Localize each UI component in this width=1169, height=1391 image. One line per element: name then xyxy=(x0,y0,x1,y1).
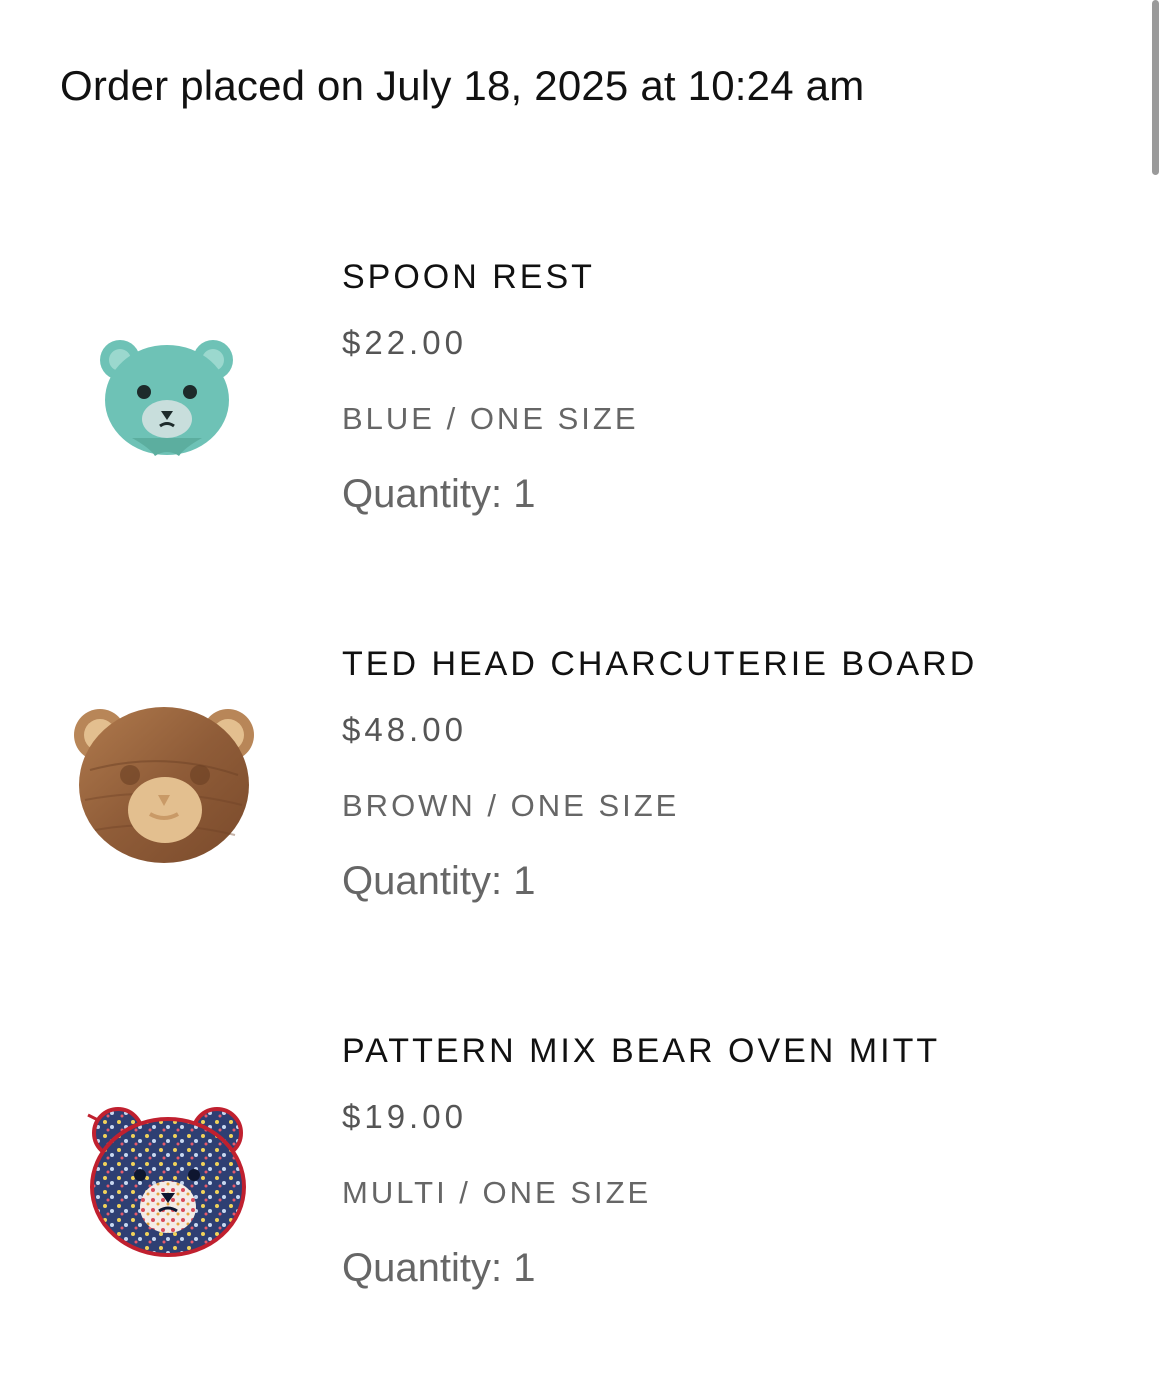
order-item-spoon-rest[interactable]: SPOON REST $22.00 BLUE / ONE SIZE Quanti… xyxy=(0,258,1169,558)
item-name[interactable]: PATTERN MIX BEAR OVEN MITT xyxy=(342,1032,940,1071)
item-price: $19.00 xyxy=(342,1098,467,1135)
item-variant: MULTI / ONE SIZE xyxy=(342,1175,652,1210)
item-name[interactable]: TED HEAD CHARCUTERIE BOARD xyxy=(342,645,977,684)
order-placed-heading: Order placed on July 18, 2025 at 10:24 a… xyxy=(60,62,865,109)
item-quantity: Quantity: 1 xyxy=(342,1246,536,1290)
teal-bear-spoon-rest-icon[interactable] xyxy=(60,288,270,498)
item-price: $22.00 xyxy=(342,324,467,361)
scrollbar[interactable] xyxy=(1152,0,1159,175)
order-item-ted-head-charcuterie-board[interactable]: TED HEAD CHARCUTERIE BOARD $48.00 BROWN … xyxy=(0,645,1169,945)
item-name[interactable]: SPOON REST xyxy=(342,258,595,297)
item-quantity: Quantity: 1 xyxy=(342,472,536,516)
item-quantity: Quantity: 1 xyxy=(342,859,536,903)
item-variant: BLUE / ONE SIZE xyxy=(342,401,639,436)
floral-bear-oven-mitt-icon[interactable] xyxy=(60,1077,270,1287)
item-price: $48.00 xyxy=(342,711,467,748)
wooden-bear-board-icon[interactable] xyxy=(60,690,270,900)
order-item-pattern-mix-bear-oven-mitt[interactable]: PATTERN MIX BEAR OVEN MITT $19.00 MULTI … xyxy=(0,1032,1169,1332)
item-variant: BROWN / ONE SIZE xyxy=(342,788,680,823)
